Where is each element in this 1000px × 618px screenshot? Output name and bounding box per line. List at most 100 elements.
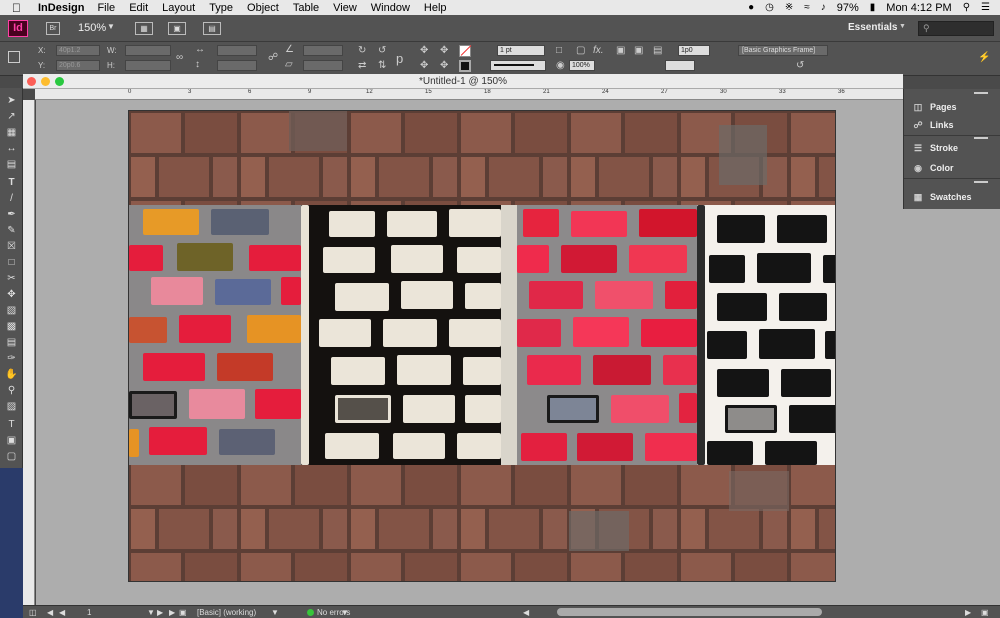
x-field[interactable]: 40p1.2 (56, 45, 100, 56)
scissors-tool-icon[interactable]: ✂ (3, 272, 20, 286)
content-collector-icon[interactable]: ▤ (3, 158, 20, 172)
page-view-icon[interactable]: ◫ (29, 608, 37, 617)
menu-object[interactable]: Object (247, 2, 279, 14)
gradient-tool-icon[interactable]: ▧ (3, 304, 20, 318)
scale-y-field[interactable] (217, 60, 257, 71)
help-search-input[interactable]: ⚲ (918, 21, 994, 36)
menu-app-name[interactable]: InDesign (38, 2, 84, 14)
select-previous-icon[interactable]: ✥ (420, 60, 428, 71)
fx-effects-icon[interactable]: fx. (593, 45, 604, 56)
open-page-icon[interactable]: ▣ (179, 608, 187, 617)
stroke-type-dropdown[interactable] (490, 60, 546, 71)
panel-grip[interactable] (974, 137, 988, 139)
constrain-proportions-icon[interactable]: ∞ (176, 52, 183, 63)
select-next-icon[interactable]: ✥ (440, 60, 448, 71)
gap-tool-icon[interactable]: ↔ (3, 142, 20, 156)
preflight-profile[interactable]: [Basic] (working) (197, 608, 256, 617)
spotlight-icon[interactable]: ⚲ (963, 2, 970, 13)
text-wrap-icon[interactable]: ▤ (653, 45, 662, 56)
opacity-field[interactable]: 100% (569, 60, 595, 71)
formatting-affects-icon[interactable]: T (3, 418, 20, 432)
next-page-icon[interactable]: ▶ (157, 608, 163, 617)
panel-color[interactable]: ◉ Color (912, 160, 953, 176)
fill-stroke-swatch-icon[interactable]: ▨ (3, 400, 20, 414)
page-number[interactable]: 1 (87, 608, 91, 617)
select-content-icon[interactable]: ✥ (440, 45, 448, 56)
eyedropper-tool-icon[interactable]: ✑ (3, 352, 20, 366)
menu-clock[interactable]: Mon 4:12 PM (886, 2, 951, 14)
notification-center-icon[interactable]: ☰ (981, 2, 990, 13)
screen-mode-icon[interactable]: ▣ (168, 22, 186, 35)
fit-content-icon[interactable]: ▣ (634, 45, 643, 56)
scale-x-field[interactable] (217, 45, 257, 56)
menu-table[interactable]: Table (293, 2, 319, 14)
pen-tool-icon[interactable]: ✒ (3, 208, 20, 222)
scroll-right-icon[interactable]: ▶ (965, 608, 971, 617)
frame-icon[interactable]: ▢ (576, 45, 585, 56)
menu-layout[interactable]: Layout (162, 2, 195, 14)
type-tool-icon[interactable]: T (3, 176, 20, 190)
note-tool-icon[interactable]: ▤ (3, 336, 20, 350)
pencil-tool-icon[interactable]: ✎ (3, 224, 20, 238)
zoom-tool-icon[interactable]: ⚲ (3, 384, 20, 398)
view-options-icon[interactable]: ▦ (135, 22, 153, 35)
w-field[interactable] (125, 45, 171, 56)
offset-field[interactable]: 1p0 (678, 45, 710, 56)
panel-grip[interactable] (974, 181, 988, 183)
creative-cloud-icon[interactable]: ● (748, 2, 754, 13)
page-tool-icon[interactable]: ▦ (3, 126, 20, 140)
free-transform-tool-icon[interactable]: ✥ (3, 288, 20, 302)
chevron-down-icon[interactable]: ▼ (271, 608, 279, 617)
menu-window[interactable]: Window (371, 2, 410, 14)
last-page-icon[interactable]: ▶ (169, 608, 175, 617)
volume-icon[interactable]: ♪ (821, 2, 826, 13)
panel-swatches[interactable]: ▦ Swatches (912, 189, 972, 205)
first-page-icon[interactable]: ◀ (47, 608, 53, 617)
panel-stroke[interactable]: ☰ Stroke (912, 140, 958, 156)
menu-edit[interactable]: Edit (129, 2, 148, 14)
stroke-weight-field[interactable]: 1 pt (497, 45, 545, 56)
flip-vertical-icon[interactable]: ⇅ (378, 60, 386, 71)
link-scale-icon[interactable]: ☍ (268, 52, 278, 63)
flip-horizontal-icon[interactable]: ⇄ (358, 60, 366, 71)
select-container-icon[interactable]: ✥ (420, 45, 428, 56)
scroll-left-icon[interactable]: ◀ (523, 608, 529, 617)
panel-lightning-icon[interactable]: ⚡ (978, 52, 990, 63)
y-field[interactable]: 20p0.6 (56, 60, 100, 71)
rectangle-tool-icon[interactable]: □ (3, 256, 20, 270)
hand-tool-icon[interactable]: ✋ (3, 368, 20, 382)
resize-grip-icon[interactable]: ▣ (981, 608, 989, 617)
line-tool-icon[interactable]: / (3, 192, 20, 206)
bridge-button[interactable]: Br (46, 22, 60, 35)
rectangle-frame-tool-icon[interactable]: ☒ (3, 240, 20, 254)
rotate-ccw-icon[interactable]: ↺ (378, 45, 386, 56)
chevron-down-icon[interactable]: ▼ (107, 22, 115, 31)
direct-selection-tool-icon[interactable]: ↗ (3, 110, 20, 124)
reference-point-icon[interactable] (8, 51, 20, 63)
time-machine-icon[interactable]: ◷ (765, 2, 774, 13)
chevron-down-icon[interactable]: ▼ (899, 23, 906, 30)
menu-view[interactable]: View (333, 2, 357, 14)
apply-none-icon[interactable]: ▣ (3, 434, 20, 448)
wifi-icon[interactable]: ≈ (804, 2, 810, 13)
panel-grip[interactable] (974, 92, 988, 94)
stroke-swatch-icon[interactable] (459, 60, 471, 72)
h-field[interactable] (125, 60, 171, 71)
gradient-feather-tool-icon[interactable]: ▩ (3, 320, 20, 334)
apple-icon[interactable]:  (12, 1, 26, 15)
drop-shadow-icon[interactable]: □ (556, 45, 562, 56)
previous-page-icon[interactable]: ◀ (59, 608, 65, 617)
rotate-cw-icon[interactable]: ↻ (358, 45, 366, 56)
horizontal-scrollbar[interactable] (557, 608, 822, 616)
graphic-frame[interactable] (128, 110, 836, 582)
chevron-down-icon[interactable]: ▼ (147, 608, 155, 617)
panel-pages[interactable]: ◫ Pages (912, 99, 957, 115)
menu-file[interactable]: File (97, 2, 115, 14)
bluetooth-icon[interactable]: ※ (785, 2, 793, 13)
close-window-button[interactable] (27, 77, 36, 86)
chevron-down-icon[interactable]: ▼ (341, 608, 349, 617)
zoom-level[interactable]: 150% (78, 22, 106, 34)
zoom-window-button[interactable] (55, 77, 64, 86)
vertical-ruler[interactable] (23, 100, 35, 605)
object-style-dropdown[interactable]: [Basic Graphics Frame] (738, 45, 828, 56)
